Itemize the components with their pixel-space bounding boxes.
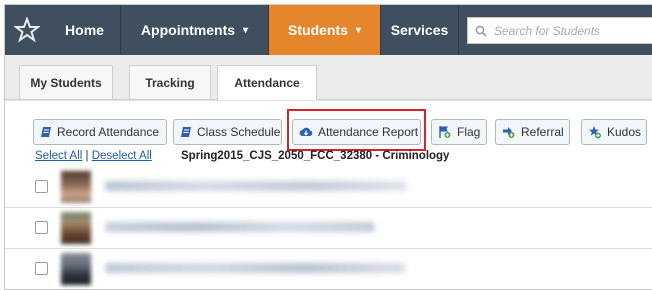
selection-separator: |	[85, 150, 89, 162]
record-attendance-button[interactable]: Record Attendance	[33, 119, 167, 145]
tab-my-students[interactable]: My Students	[19, 65, 113, 99]
tab-bar: My Students Tracking Attendance	[5, 55, 652, 100]
kudos-button[interactable]: Kudos	[581, 119, 647, 145]
nav-appointments-label: Appointments	[140, 22, 236, 38]
blurred-student-name	[105, 181, 407, 191]
arrow-plus-icon	[502, 125, 516, 139]
tab-my-students-label: My Students	[30, 75, 102, 90]
blurred-student-name	[105, 222, 375, 232]
deselect-all-link[interactable]: Deselect All	[92, 150, 152, 162]
selection-links: Select All | Deselect All	[35, 150, 152, 162]
attendance-report-button[interactable]: Attendance Report	[292, 119, 421, 145]
notebook-icon	[180, 126, 192, 138]
course-title: Spring2015_CJS_2050_FCC_32380 - Criminol…	[181, 150, 450, 162]
nav-home-label: Home	[65, 22, 104, 38]
blurred-student-name	[105, 263, 405, 273]
row-checkbox[interactable]	[35, 262, 48, 275]
nav-students-label: Students	[288, 22, 348, 38]
student-row	[5, 208, 652, 249]
tab-attendance-label: Attendance	[234, 76, 300, 90]
student-row	[5, 249, 652, 289]
flag-button[interactable]: Flag	[431, 119, 487, 145]
chevron-down-icon: ▾	[355, 24, 361, 36]
class-schedule-label: Class Schedule	[197, 125, 281, 139]
action-toolbar: Record Attendance Class Schedule Attenda…	[5, 100, 652, 151]
star-logo-icon	[14, 17, 40, 43]
kudos-label: Kudos	[607, 125, 642, 139]
row-checkbox[interactable]	[35, 180, 48, 193]
avatar	[61, 212, 91, 244]
tab-tracking-label: Tracking	[145, 75, 195, 90]
select-all-link[interactable]: Select All	[35, 150, 82, 162]
notebook-icon	[40, 126, 52, 138]
tab-tracking[interactable]: Tracking	[129, 65, 211, 99]
chevron-down-icon: ▾	[243, 24, 249, 36]
top-nav: Home Appointments ▾ Students ▾ Services	[5, 5, 652, 56]
nav-students[interactable]: Students ▾	[269, 5, 381, 55]
cloud-download-icon	[299, 126, 313, 138]
nav-home[interactable]: Home	[49, 5, 121, 55]
referral-button[interactable]: Referral	[495, 119, 570, 145]
search-input[interactable]	[492, 22, 646, 39]
avatar	[61, 171, 91, 203]
row-checkbox[interactable]	[35, 221, 48, 234]
nav-appointments[interactable]: Appointments ▾	[121, 5, 269, 55]
star-plus-icon	[588, 125, 602, 139]
class-schedule-button[interactable]: Class Schedule	[173, 119, 282, 145]
flag-label: Flag	[457, 125, 481, 139]
referral-label: Referral	[521, 125, 564, 139]
app-frame: Home Appointments ▾ Students ▾ Services …	[4, 4, 652, 290]
student-search[interactable]	[467, 17, 652, 44]
nav-services[interactable]: Services	[381, 5, 459, 55]
avatar	[61, 253, 91, 285]
logo[interactable]	[5, 5, 49, 55]
record-attendance-label: Record Attendance	[57, 125, 160, 139]
tab-attendance[interactable]: Attendance	[217, 65, 317, 100]
attendance-panel: Record Attendance Class Schedule Attenda…	[5, 100, 652, 289]
flag-plus-icon	[438, 125, 452, 139]
attendance-report-label: Attendance Report	[318, 125, 419, 139]
student-row	[5, 167, 652, 208]
nav-services-label: Services	[390, 22, 449, 38]
search-icon	[475, 25, 487, 37]
